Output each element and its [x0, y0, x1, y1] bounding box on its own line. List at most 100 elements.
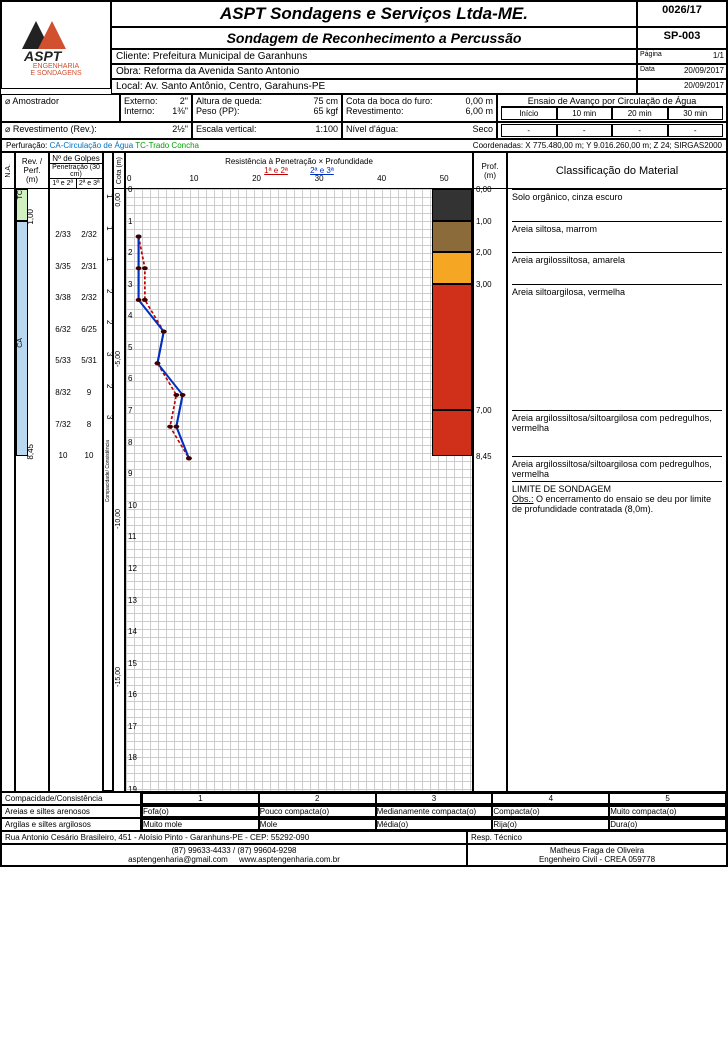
- depth-num: 15: [128, 659, 137, 668]
- limite: LIMITE DE SONDAGEM: [512, 481, 722, 494]
- final-class: Areia argilossiltosa/siltoargilosa com p…: [512, 459, 722, 479]
- col-class: Classificação do Material Solo orgânico,…: [507, 152, 727, 792]
- logo: ASPT ENGENHARIAE SONDAGENS: [1, 1, 111, 89]
- col-compac: Compacidade/ Consistência 11122323: [103, 152, 113, 792]
- legend-col: 5: [609, 793, 726, 804]
- rev-header: Rev. / Perf. (m): [16, 153, 48, 189]
- logo-line1: ENGENHARIA: [33, 63, 79, 70]
- cota-header: Cota (m): [116, 157, 123, 184]
- obs: Obs.: O encerramento do ensaio se deu po…: [512, 494, 722, 514]
- cota-tick: 0,00: [115, 193, 122, 207]
- date1-box: Data 20/09/2017: [637, 64, 727, 79]
- stratum: [432, 410, 472, 456]
- prof-header: Prof. (m): [474, 153, 506, 189]
- legend-col: 4: [492, 793, 609, 804]
- compac-val: 2: [105, 384, 114, 388]
- depth-num: 12: [128, 564, 137, 573]
- class-item: Solo orgânico, cinza escuro: [512, 189, 722, 221]
- nivel-label: Nível d'água:: [346, 124, 398, 134]
- prof-label: 8,45: [476, 452, 492, 461]
- obra-label: Obra:: [116, 66, 141, 77]
- date2-box: 20/09/2017: [637, 79, 727, 94]
- compac-header: Compacidade/ Consistência: [105, 440, 111, 502]
- params-row: ⌀ Amostrador Externo: 2" Interno: 1⅜" Al…: [1, 94, 727, 122]
- depth-num: 19: [128, 785, 137, 794]
- client-value: Prefeitura Municipal de Garanhuns: [153, 51, 308, 62]
- obra-row: Obra: Reforma da Avenida Santo Antonio: [111, 64, 637, 79]
- golpe-g1: 3/35: [50, 262, 76, 271]
- golpe-g1: 10: [50, 451, 76, 460]
- depth-num: 6: [128, 374, 132, 383]
- local-value: Av. Santo Antônio, Centro, Garahuns-PE: [145, 81, 325, 92]
- golpe-g2: 9: [76, 388, 102, 397]
- depth-num: 1: [128, 217, 132, 226]
- compac-val: 3: [105, 352, 114, 356]
- ensaio-col: 30 min: [668, 107, 724, 120]
- page-box: Página 1/1: [637, 49, 727, 64]
- amostrador-label: ⌀ Amostrador: [5, 96, 59, 106]
- golpe-g1: 8/32: [50, 388, 76, 397]
- x-tick: 0: [127, 174, 131, 183]
- ensaio-val: -: [668, 124, 724, 137]
- escala-label: Escala vertical:: [196, 124, 257, 134]
- golpe-g1: 7/32: [50, 420, 76, 429]
- stratum: [432, 221, 472, 253]
- svg-text:ASPT: ASPT: [23, 48, 63, 63]
- ca-bar: CA: [16, 221, 28, 456]
- x-tick: 30: [315, 174, 324, 183]
- legend-cell: Muito compacta(o): [609, 806, 726, 817]
- legend-cell: Pouco compacta(o): [259, 806, 376, 817]
- logo-line2: E SONDAGENS: [30, 70, 81, 77]
- stratum: [432, 252, 472, 284]
- resp-title: Engenheiro Civil - CREA 059778: [539, 855, 655, 864]
- rev-tick: 1,00: [26, 209, 35, 225]
- na-header: N.A.: [5, 164, 12, 178]
- subtitle: Sondagem de Reconhecimento a Percussão: [111, 27, 637, 49]
- page-label: Página: [640, 51, 662, 58]
- legend-cell: Fofa(o): [142, 806, 259, 817]
- chart-header: Resistência à Penetração × Profundidade …: [126, 153, 472, 189]
- ensaio-col: Início: [501, 107, 557, 120]
- stratum: [432, 189, 472, 221]
- revestimento-label: Revestimento:: [346, 106, 404, 116]
- col-na: N.A.: [1, 152, 15, 792]
- legend-cell: Medianamente compacta(o): [376, 806, 493, 817]
- perfuracao-tc: TC-Trado Concha: [135, 141, 199, 150]
- cota-boca-value: 0,00 m: [465, 96, 493, 106]
- depth-num: 3: [128, 280, 132, 289]
- cota-tick: -15,00: [115, 667, 122, 687]
- golpe-g2: 8: [76, 420, 102, 429]
- depth-num: 10: [128, 501, 137, 510]
- ensaio-vals: ----: [501, 124, 723, 137]
- ensaio-cols: Início10 min20 min30 min: [501, 107, 723, 120]
- golpe-g2: 2/31: [76, 262, 102, 271]
- legend-cell: Dura(o): [609, 819, 726, 830]
- params-row2: ⌀ Revestimento (Rev.): 2½" Escala vertic…: [1, 122, 727, 139]
- date1-value: 20/09/2017: [684, 66, 724, 75]
- cota-boca-label: Cota da boca do furo:: [346, 96, 433, 106]
- x-tick: 40: [377, 174, 386, 183]
- interno-label: Interno:: [124, 106, 155, 116]
- depth-num: 9: [128, 469, 132, 478]
- legend-row1-label: Areias e siltes arenosos: [1, 805, 141, 818]
- legend-cell: Mole: [259, 819, 376, 830]
- x-tick: 10: [190, 174, 199, 183]
- chart-title: Resistência à Penetração × Profundidade: [225, 157, 373, 166]
- nivel-value: Seco: [472, 124, 493, 134]
- compac-val: 2: [105, 289, 114, 293]
- spt-report: ASPT ENGENHARIAE SONDAGENS ASPT Sondagen…: [0, 0, 728, 867]
- aspt-logo-icon: ASPT: [16, 13, 96, 63]
- col-golpes: Nº de Golpes Penetração (30 cm) 1ª e 2ª …: [49, 152, 103, 792]
- chart-area: 012345678910111213141516171819: [126, 189, 472, 791]
- golpes-header: Nº de Golpes: [50, 154, 102, 164]
- compac-val: 3: [105, 415, 114, 419]
- doc-number: 0026/17: [637, 1, 727, 27]
- header: ASPT ENGENHARIAE SONDAGENS ASPT Sondagen…: [1, 1, 727, 94]
- client-label: Cliente:: [116, 51, 150, 62]
- col-chart: Resistência à Penetração × Profundidade …: [125, 152, 473, 792]
- escala-value: 1:100: [315, 124, 338, 134]
- g2-header: 2ª e 3ª: [77, 179, 103, 188]
- class-header: Classificação do Material: [508, 153, 726, 189]
- x-tick: 20: [252, 174, 261, 183]
- x-tick: 50: [440, 174, 449, 183]
